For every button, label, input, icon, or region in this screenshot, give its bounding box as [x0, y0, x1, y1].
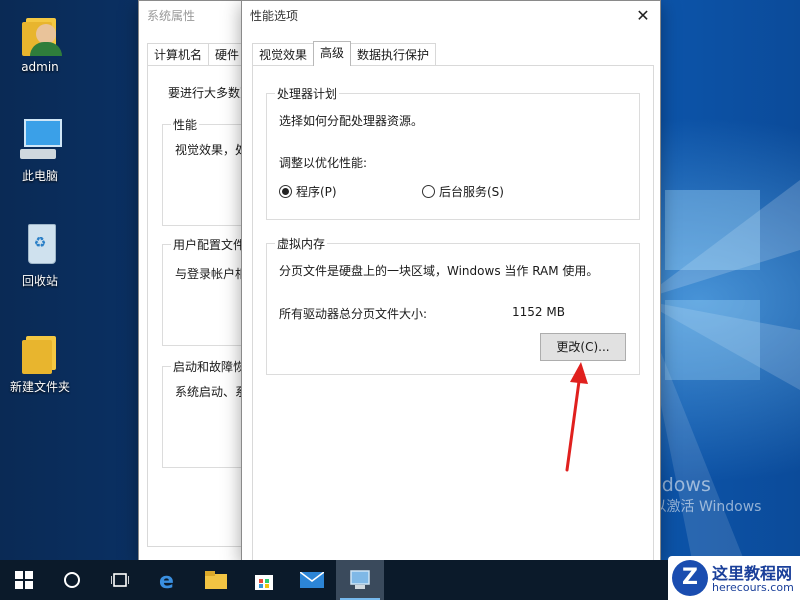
- close-button[interactable]: ✕: [626, 1, 660, 31]
- system-properties-icon: [350, 570, 370, 589]
- desktop-icon-label: 回收站: [21, 274, 58, 288]
- store-button[interactable]: [240, 560, 288, 600]
- computer-icon: [16, 115, 64, 163]
- tab-advanced[interactable]: 高级: [313, 41, 352, 66]
- recycle-bin-icon: ♻: [16, 220, 64, 268]
- start-button[interactable]: [0, 560, 48, 600]
- window-title: 性能选项: [250, 9, 299, 23]
- mail-icon: [300, 572, 324, 588]
- logo-text-en: herecours.com: [712, 581, 794, 594]
- virtual-memory-group: 虚拟内存 分页文件是硬盘上的一块区域，Windows 当作 RAM 使用。 所有…: [266, 235, 640, 375]
- group-title: 虚拟内存: [275, 235, 328, 252]
- change-button[interactable]: 更改(C)...: [540, 333, 626, 361]
- radio-background-services[interactable]: 后台服务(S): [422, 183, 504, 200]
- system-properties-taskbar-button[interactable]: [336, 560, 384, 600]
- radio-programs[interactable]: 程序(P): [279, 183, 337, 200]
- edge-icon: e: [159, 569, 174, 591]
- scheduling-description: 选择如何分配处理器资源。: [279, 114, 424, 128]
- group-title: 性能: [171, 116, 200, 133]
- group-text: 系统启动、系: [175, 385, 248, 399]
- folder-icon: [16, 326, 64, 374]
- site-logo: Z 这里教程网 herecours.com: [668, 556, 800, 600]
- adjust-label: 调整以优化性能:: [279, 156, 368, 170]
- radio-label: 后台服务(S): [439, 185, 504, 199]
- windows-logo-icon: [15, 571, 33, 589]
- desktop-icon-new-folder[interactable]: 新建文件夹: [5, 326, 75, 395]
- desktop-icon-recycle-bin[interactable]: ♻ 回收站: [5, 220, 75, 289]
- tab-dep[interactable]: 数据执行保护: [350, 43, 437, 66]
- group-title: 用户配置文件: [171, 236, 248, 253]
- file-explorer-icon: [205, 571, 227, 589]
- user-folder-icon: [16, 8, 64, 56]
- desktop-icon-this-pc[interactable]: 此电脑: [5, 115, 75, 184]
- svg-text:e: e: [159, 569, 174, 591]
- processor-scheduling-group: 处理器计划 选择如何分配处理器资源。 调整以优化性能: 程序(P) 后台服务(S…: [266, 85, 640, 220]
- close-icon: ✕: [636, 6, 650, 25]
- tab-visual-effects[interactable]: 视觉效果: [252, 43, 315, 66]
- logo-z-icon: Z: [672, 560, 708, 596]
- radio-label: 程序(P): [296, 185, 337, 199]
- paging-size-value: 1152 MB: [512, 305, 565, 319]
- cortana-button[interactable]: [48, 560, 96, 600]
- performance-options-window[interactable]: 性能选项 ✕ 视觉效果 高级 数据执行保护 处理器计划 选择如何分配处理器资源。…: [241, 0, 661, 567]
- cortana-icon: [64, 572, 80, 588]
- group-title: 处理器计划: [275, 85, 340, 102]
- task-view-icon: [111, 573, 129, 587]
- radio-indicator: [422, 185, 435, 198]
- store-icon: [255, 575, 273, 590]
- desktop-icon-label: admin: [21, 60, 59, 74]
- edge-button[interactable]: e: [144, 560, 192, 600]
- vm-description: 分页文件是硬盘上的一块区域，Windows 当作 RAM 使用。: [279, 264, 599, 278]
- radio-indicator: [279, 185, 292, 198]
- desktop-icon-label: 此电脑: [21, 169, 58, 183]
- tab-panel: 处理器计划 选择如何分配处理器资源。 调整以优化性能: 程序(P) 后台服务(S…: [252, 65, 654, 567]
- group-text: 与登录帐户相: [175, 267, 248, 281]
- intro-text: 要进行大多数更: [168, 86, 253, 100]
- desktop-icon-admin[interactable]: admin: [5, 8, 75, 74]
- group-text: 视觉效果，处: [175, 143, 248, 157]
- annotation-arrow: [565, 362, 588, 472]
- tab-computer-name[interactable]: 计算机名: [147, 43, 210, 66]
- mail-button[interactable]: [288, 560, 336, 600]
- file-explorer-button[interactable]: [192, 560, 240, 600]
- task-view-button[interactable]: [96, 560, 144, 600]
- desktop-icon-label: 新建文件夹: [9, 380, 70, 394]
- paging-size-label: 所有驱动器总分页文件大小:: [279, 307, 428, 321]
- group-title: 启动和故障恢: [171, 358, 248, 375]
